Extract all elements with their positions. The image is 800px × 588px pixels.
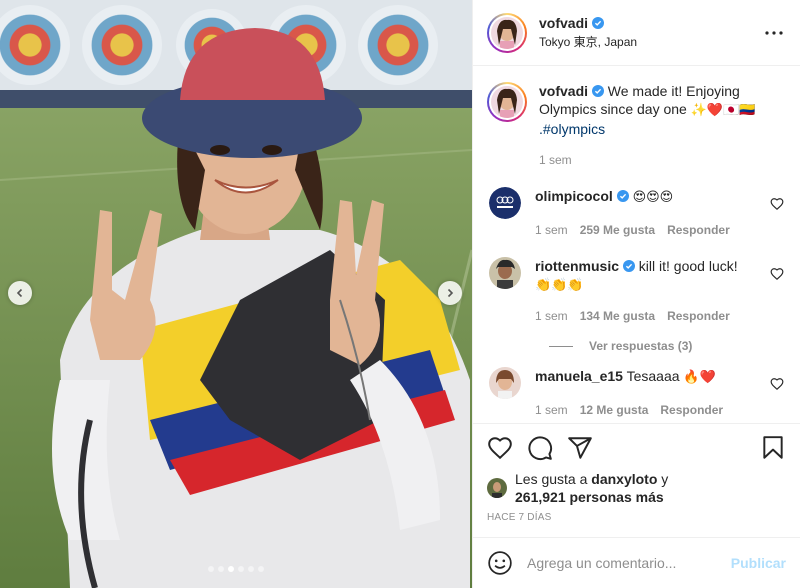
manuela-avatar-image (489, 367, 521, 399)
heart-icon[interactable] (770, 267, 784, 281)
comment-item: olimpicocol 😍😍😍 1 sem 259 Me gusta Respo… (487, 187, 784, 239)
comment-text: Tesaaaa (626, 368, 680, 384)
comment-input[interactable] (527, 555, 731, 571)
caption-avatar-image (491, 86, 523, 118)
comments-list[interactable]: vofvadi We made it! Enjoying Olympics si… (473, 66, 800, 422)
chevron-left-icon (16, 288, 23, 298)
verified-badge-icon (592, 17, 605, 29)
carousel-dot (218, 566, 224, 572)
olimpicocol-logo (489, 187, 521, 219)
add-comment-bar: Publicar (473, 537, 800, 588)
caption-body: vofvadi We made it! Enjoying Olympics si… (539, 82, 784, 169)
comment-username[interactable]: riottenmusic (535, 258, 619, 274)
likes-count[interactable]: 261,921 personas más (515, 489, 664, 505)
post-caption: vofvadi We made it! Enjoying Olympics si… (487, 82, 784, 169)
comment-time[interactable]: 1 sem (535, 401, 568, 419)
more-options-icon (765, 30, 783, 35)
caption-time[interactable]: 1 sem (539, 151, 572, 169)
author-avatar-image (491, 16, 523, 49)
view-replies-button[interactable]: Ver respuestas (3) (549, 339, 784, 353)
post-location[interactable]: Tokyo 東京, Japan (539, 33, 762, 50)
comment-meta: 1 sem 134 Me gusta Responder (535, 307, 758, 325)
heart-icon[interactable] (487, 435, 513, 461)
post-photo[interactable] (0, 0, 472, 588)
emoji-smile-icon[interactable] (487, 550, 513, 576)
comment-avatar[interactable] (489, 257, 521, 289)
comment-likes[interactable]: 12 Me gusta (580, 401, 649, 419)
author-username: vofvadi (539, 15, 589, 31)
comment-avatar[interactable] (489, 187, 521, 219)
comment-avatar[interactable] (489, 367, 521, 399)
comment-text: kill it! good luck! (638, 258, 738, 274)
previous-photo-button[interactable] (8, 281, 32, 305)
comment-likes[interactable]: 259 Me gusta (580, 221, 655, 239)
reply-button[interactable]: Responder (660, 401, 723, 419)
likes-prefix: Les gusta a (515, 471, 588, 487)
riottenmusic-avatar-image (489, 257, 521, 289)
verified-badge-icon (616, 190, 629, 202)
comment-likes[interactable]: 134 Me gusta (580, 307, 655, 325)
publish-button[interactable]: Publicar (731, 555, 786, 571)
next-photo-button[interactable] (438, 281, 462, 305)
comment-emojis: 👏👏👏 (535, 278, 584, 293)
likes-connector: y (661, 471, 669, 487)
post-time-ago[interactable]: HACE 7 DÍAS (487, 512, 786, 523)
caption-username[interactable]: vofvadi (539, 83, 588, 99)
post-side-panel: vofvadi Tokyo 東京, Japan vofvadi We made … (472, 0, 800, 588)
heart-icon[interactable] (770, 377, 784, 391)
carousel-dot (228, 566, 234, 572)
carousel-dot (248, 566, 254, 572)
carousel-dot (238, 566, 244, 572)
author-avatar[interactable] (487, 12, 527, 53)
verified-badge-icon (591, 85, 604, 97)
author-username-link[interactable]: vofvadi (539, 15, 605, 31)
heart-icon[interactable] (770, 197, 784, 211)
liker-username[interactable]: danxyloto (591, 471, 657, 487)
comment-username[interactable]: manuela_e15 (535, 368, 623, 384)
reply-button[interactable]: Responder (667, 307, 730, 325)
caption-meta: 1 sem (539, 151, 784, 169)
caption-hashtag[interactable]: .#olympics (539, 121, 605, 137)
liker-avatar[interactable] (487, 478, 507, 498)
share-icon[interactable] (567, 435, 593, 461)
carousel-dots (0, 566, 472, 572)
comment-time[interactable]: 1 sem (535, 307, 568, 325)
carousel-dot (258, 566, 264, 572)
liker-avatar-image (487, 478, 507, 498)
chevron-right-icon (447, 288, 454, 298)
comment-username[interactable]: olimpicocol (535, 188, 613, 204)
reply-button[interactable]: Responder (667, 221, 730, 239)
verified-badge-icon (622, 260, 635, 272)
replies-divider (549, 345, 573, 347)
comment-icon[interactable] (527, 435, 553, 461)
comment-item: riottenmusic kill it! good luck! 👏👏👏 1 s… (487, 257, 784, 325)
instagram-post: vofvadi Tokyo 東京, Japan vofvadi We made … (0, 0, 800, 588)
comment-emojis: 🔥❤️ (683, 370, 716, 385)
likes-summary: Les gusta a danxyloto y 261,921 personas… (487, 470, 786, 506)
comment-meta: 1 sem 259 Me gusta Responder (535, 221, 758, 239)
caption-emojis: ✨❤️🇯🇵🇨🇴 (690, 103, 756, 118)
post-actions: Les gusta a danxyloto y 261,921 personas… (473, 423, 800, 523)
view-replies-label: Ver respuestas (3) (589, 339, 693, 353)
comment-meta: 1 sem 12 Me gusta Responder (535, 401, 758, 419)
comment-item: manuela_e15 Tesaaaa 🔥❤️ 1 sem 12 Me gust… (487, 367, 784, 419)
post-header: vofvadi Tokyo 東京, Japan (473, 0, 800, 66)
post-image (0, 0, 472, 588)
carousel-dot (208, 566, 214, 572)
more-options-button[interactable] (762, 21, 786, 45)
bookmark-icon[interactable] (760, 435, 786, 461)
comment-time[interactable]: 1 sem (535, 221, 568, 239)
caption-avatar[interactable] (487, 82, 527, 122)
comment-emojis: 😍😍😍 (632, 190, 674, 205)
